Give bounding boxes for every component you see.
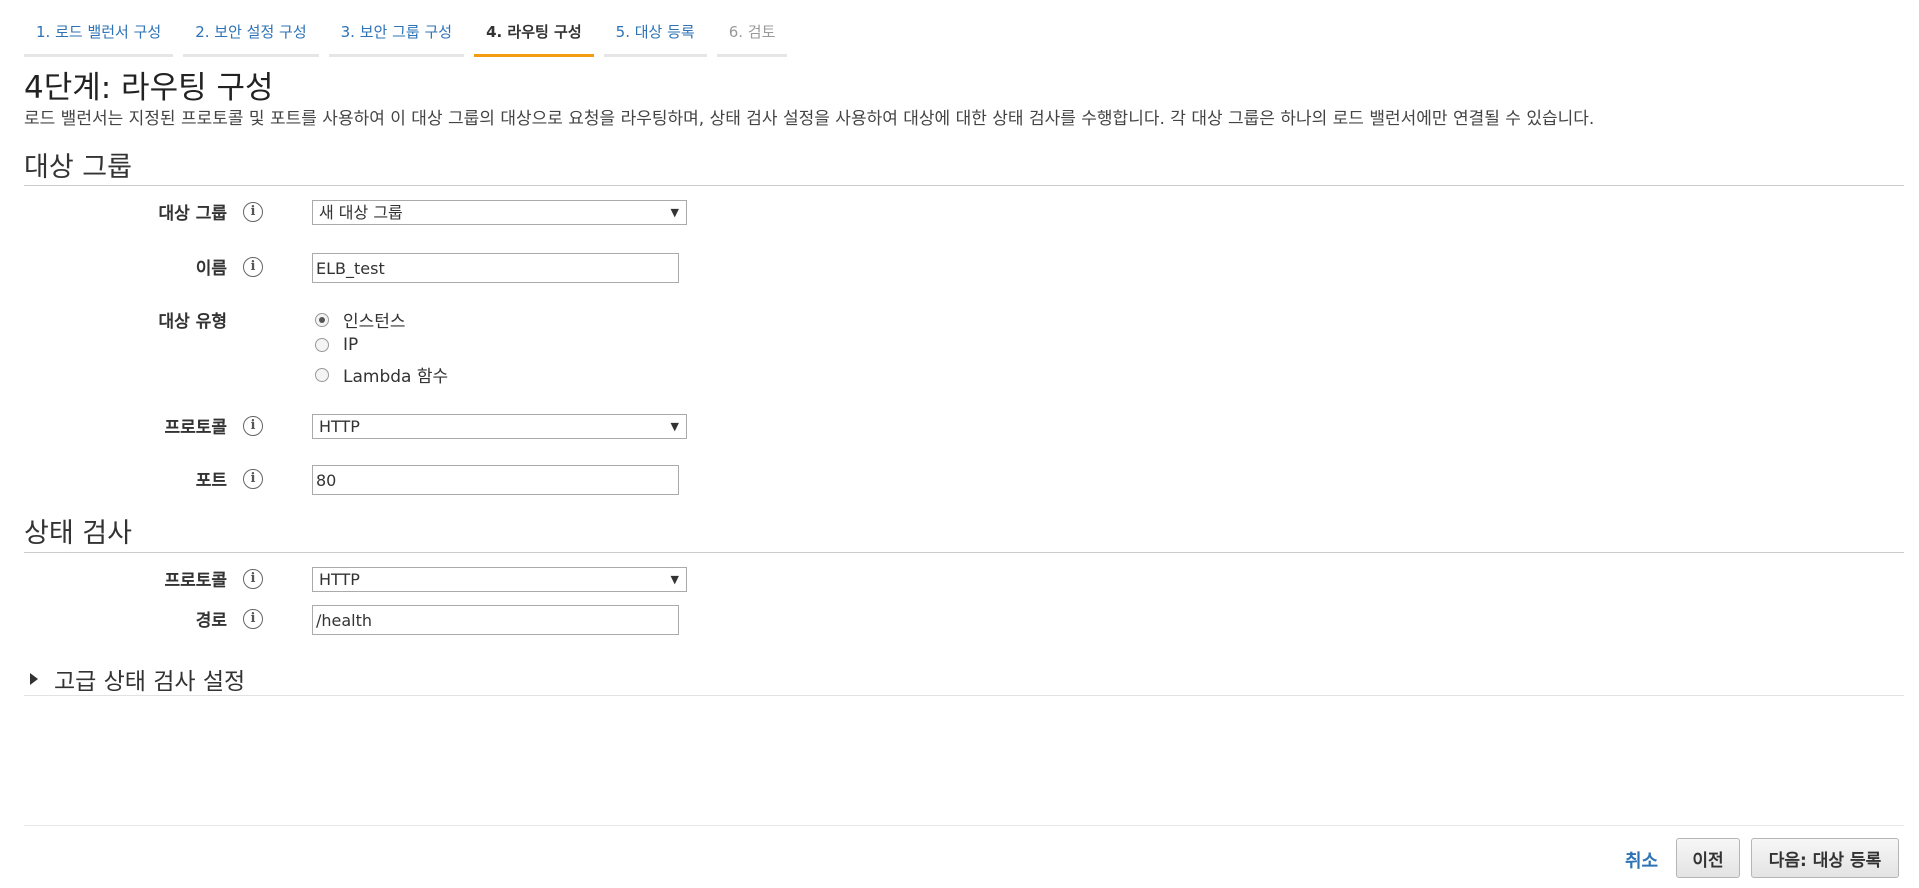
name-label: 이름 bbox=[195, 259, 227, 279]
page-description: 로드 밸런서는 지정된 프로토콜 및 포트를 사용하여 이 대상 그룹의 대상으… bbox=[24, 109, 1595, 129]
step-review[interactable]: 6. 검토 bbox=[716, 13, 788, 57]
protocol-select-value: HTTP bbox=[319, 417, 360, 436]
info-icon[interactable]: i bbox=[243, 609, 263, 629]
advanced-health-check-label: 고급 상태 검사 설정 bbox=[54, 669, 246, 695]
cancel-link[interactable]: 취소 bbox=[1625, 847, 1658, 873]
target-type-option-ip[interactable]: IP bbox=[315, 335, 358, 355]
path-label: 경로 bbox=[195, 611, 227, 631]
info-icon[interactable]: i bbox=[243, 416, 263, 436]
info-icon[interactable]: i bbox=[243, 257, 263, 277]
dropdown-arrow-icon: ▼ bbox=[670, 573, 679, 586]
footer-divider bbox=[24, 825, 1904, 826]
section-divider bbox=[24, 552, 1904, 553]
next-register-targets-button[interactable]: 다음: 대상 등록 bbox=[1751, 838, 1899, 878]
previous-button[interactable]: 이전 bbox=[1676, 838, 1740, 878]
target-group-select[interactable]: 새 대상 그룹 ▼ bbox=[312, 200, 687, 225]
protocol-label: 프로토콜 bbox=[164, 418, 227, 438]
advanced-health-check-toggle[interactable]: 고급 상태 검사 설정 bbox=[30, 662, 245, 696]
health-check-protocol-value: HTTP bbox=[319, 570, 360, 589]
protocol-select[interactable]: HTTP ▼ bbox=[312, 414, 687, 439]
target-type-option-instance[interactable]: 인스턴스 bbox=[315, 307, 406, 332]
port-input[interactable] bbox=[312, 465, 679, 495]
info-icon[interactable]: i bbox=[243, 202, 263, 222]
target-group-label: 대상 그룹 bbox=[158, 204, 227, 224]
target-type-label: 대상 유형 bbox=[158, 312, 227, 332]
step-configure-security-groups[interactable]: 3. 보안 그룹 구성 bbox=[328, 13, 465, 57]
dropdown-arrow-icon: ▼ bbox=[670, 420, 679, 433]
health-check-section-title: 상태 검사 bbox=[24, 518, 132, 549]
target-type-option-lambda[interactable]: Lambda 함수 bbox=[315, 362, 448, 387]
section-divider bbox=[24, 185, 1904, 186]
path-input[interactable] bbox=[312, 605, 679, 635]
step-register-targets[interactable]: 5. 대상 등록 bbox=[603, 13, 707, 57]
step-configure-load-balancer[interactable]: 1. 로드 밸런서 구성 bbox=[24, 13, 174, 57]
target-group-section-title: 대상 그룹 bbox=[24, 152, 132, 183]
radio-label: 인스턴스 bbox=[343, 312, 406, 332]
info-icon[interactable]: i bbox=[243, 569, 263, 589]
advanced-divider bbox=[24, 695, 1904, 696]
dropdown-arrow-icon: ▼ bbox=[670, 206, 679, 219]
wizard-steps: 1. 로드 밸런서 구성 2. 보안 설정 구성 3. 보안 그룹 구성 4. … bbox=[24, 13, 788, 57]
radio-button[interactable] bbox=[315, 338, 329, 352]
step-configure-security-settings[interactable]: 2. 보안 설정 구성 bbox=[183, 13, 319, 57]
radio-label: IP bbox=[343, 335, 359, 355]
name-input[interactable] bbox=[312, 253, 679, 283]
radio-button[interactable] bbox=[315, 367, 329, 382]
target-group-select-value: 새 대상 그룹 bbox=[319, 203, 403, 222]
port-label: 포트 bbox=[195, 471, 227, 491]
info-icon[interactable]: i bbox=[243, 469, 263, 489]
radio-button[interactable] bbox=[315, 312, 329, 327]
step-configure-routing[interactable]: 4. 라우팅 구성 bbox=[474, 13, 594, 57]
page-title: 4단계: 라우팅 구성 bbox=[24, 70, 274, 106]
health-check-protocol-label: 프로토콜 bbox=[164, 571, 227, 591]
caret-right-icon bbox=[30, 673, 38, 685]
radio-label: Lambda 함수 bbox=[343, 367, 449, 387]
health-check-protocol-select[interactable]: HTTP ▼ bbox=[312, 567, 687, 592]
